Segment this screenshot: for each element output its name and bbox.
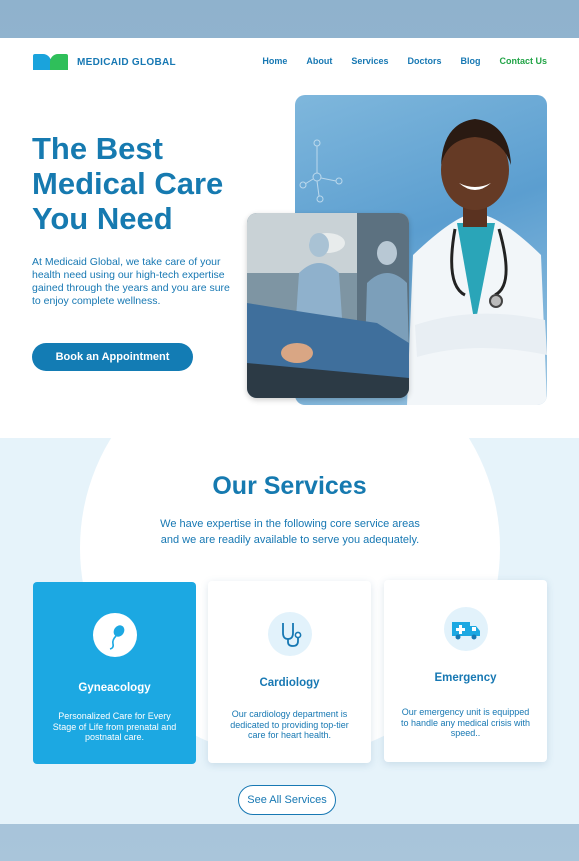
ambulance-icon bbox=[444, 607, 488, 651]
service-name: Gyneacology bbox=[78, 682, 151, 694]
logo-icon bbox=[33, 54, 69, 70]
nav-home[interactable]: Home bbox=[262, 56, 287, 66]
service-card-cardiology[interactable]: Cardiology Our cardiology department is … bbox=[208, 581, 371, 763]
nav-about[interactable]: About bbox=[306, 56, 332, 66]
hero-title: The Best Medical Care You Need bbox=[32, 131, 272, 236]
services-title: Our Services bbox=[212, 472, 367, 500]
hero-title-line: Medical Care bbox=[32, 166, 224, 201]
service-description: Our cardiology department is dedicated t… bbox=[230, 709, 349, 740]
service-card-gyneacology[interactable]: Gyneacology Personalized Care for Every … bbox=[33, 582, 196, 764]
service-description: Personalized Care for Every Stage of Lif… bbox=[52, 711, 177, 742]
sperm-icon bbox=[93, 613, 137, 657]
nav-contact-us[interactable]: Contact Us bbox=[499, 56, 547, 66]
nav-doctors[interactable]: Doctors bbox=[407, 56, 441, 66]
hero-title-line: The Best bbox=[32, 131, 163, 166]
nav-services[interactable]: Services bbox=[351, 56, 388, 66]
stethoscope-icon bbox=[268, 612, 312, 656]
service-card-emergency[interactable]: Emergency Our emergency unit is equipped… bbox=[384, 580, 547, 762]
hero-description: At Medicaid Global, we take care of your… bbox=[32, 256, 230, 307]
service-name: Cardiology bbox=[259, 677, 320, 689]
surgery-photo bbox=[247, 213, 409, 398]
brand-name: MEDICAID GLOBAL bbox=[77, 56, 176, 68]
services-subtitle-line: and we are readily available to serve yo… bbox=[160, 534, 420, 546]
see-all-services-button[interactable]: See All Services bbox=[238, 785, 336, 815]
logo[interactable]: MEDICAID GLOBAL bbox=[33, 54, 176, 70]
page: MEDICAID GLOBAL Home About Services Doct… bbox=[0, 38, 579, 824]
service-description: Our emergency unit is equipped to handle… bbox=[400, 707, 531, 738]
main-nav: Home About Services Doctors Blog Contact… bbox=[243, 56, 547, 66]
hero-title-line: You Need bbox=[32, 201, 173, 236]
nav-blog[interactable]: Blog bbox=[460, 56, 480, 66]
service-name: Emergency bbox=[434, 672, 497, 684]
book-appointment-button[interactable]: Book an Appointment bbox=[32, 343, 193, 371]
services-subtitle: We have expertise in the following core … bbox=[130, 516, 450, 548]
services-subtitle-line: We have expertise in the following core … bbox=[160, 518, 420, 530]
